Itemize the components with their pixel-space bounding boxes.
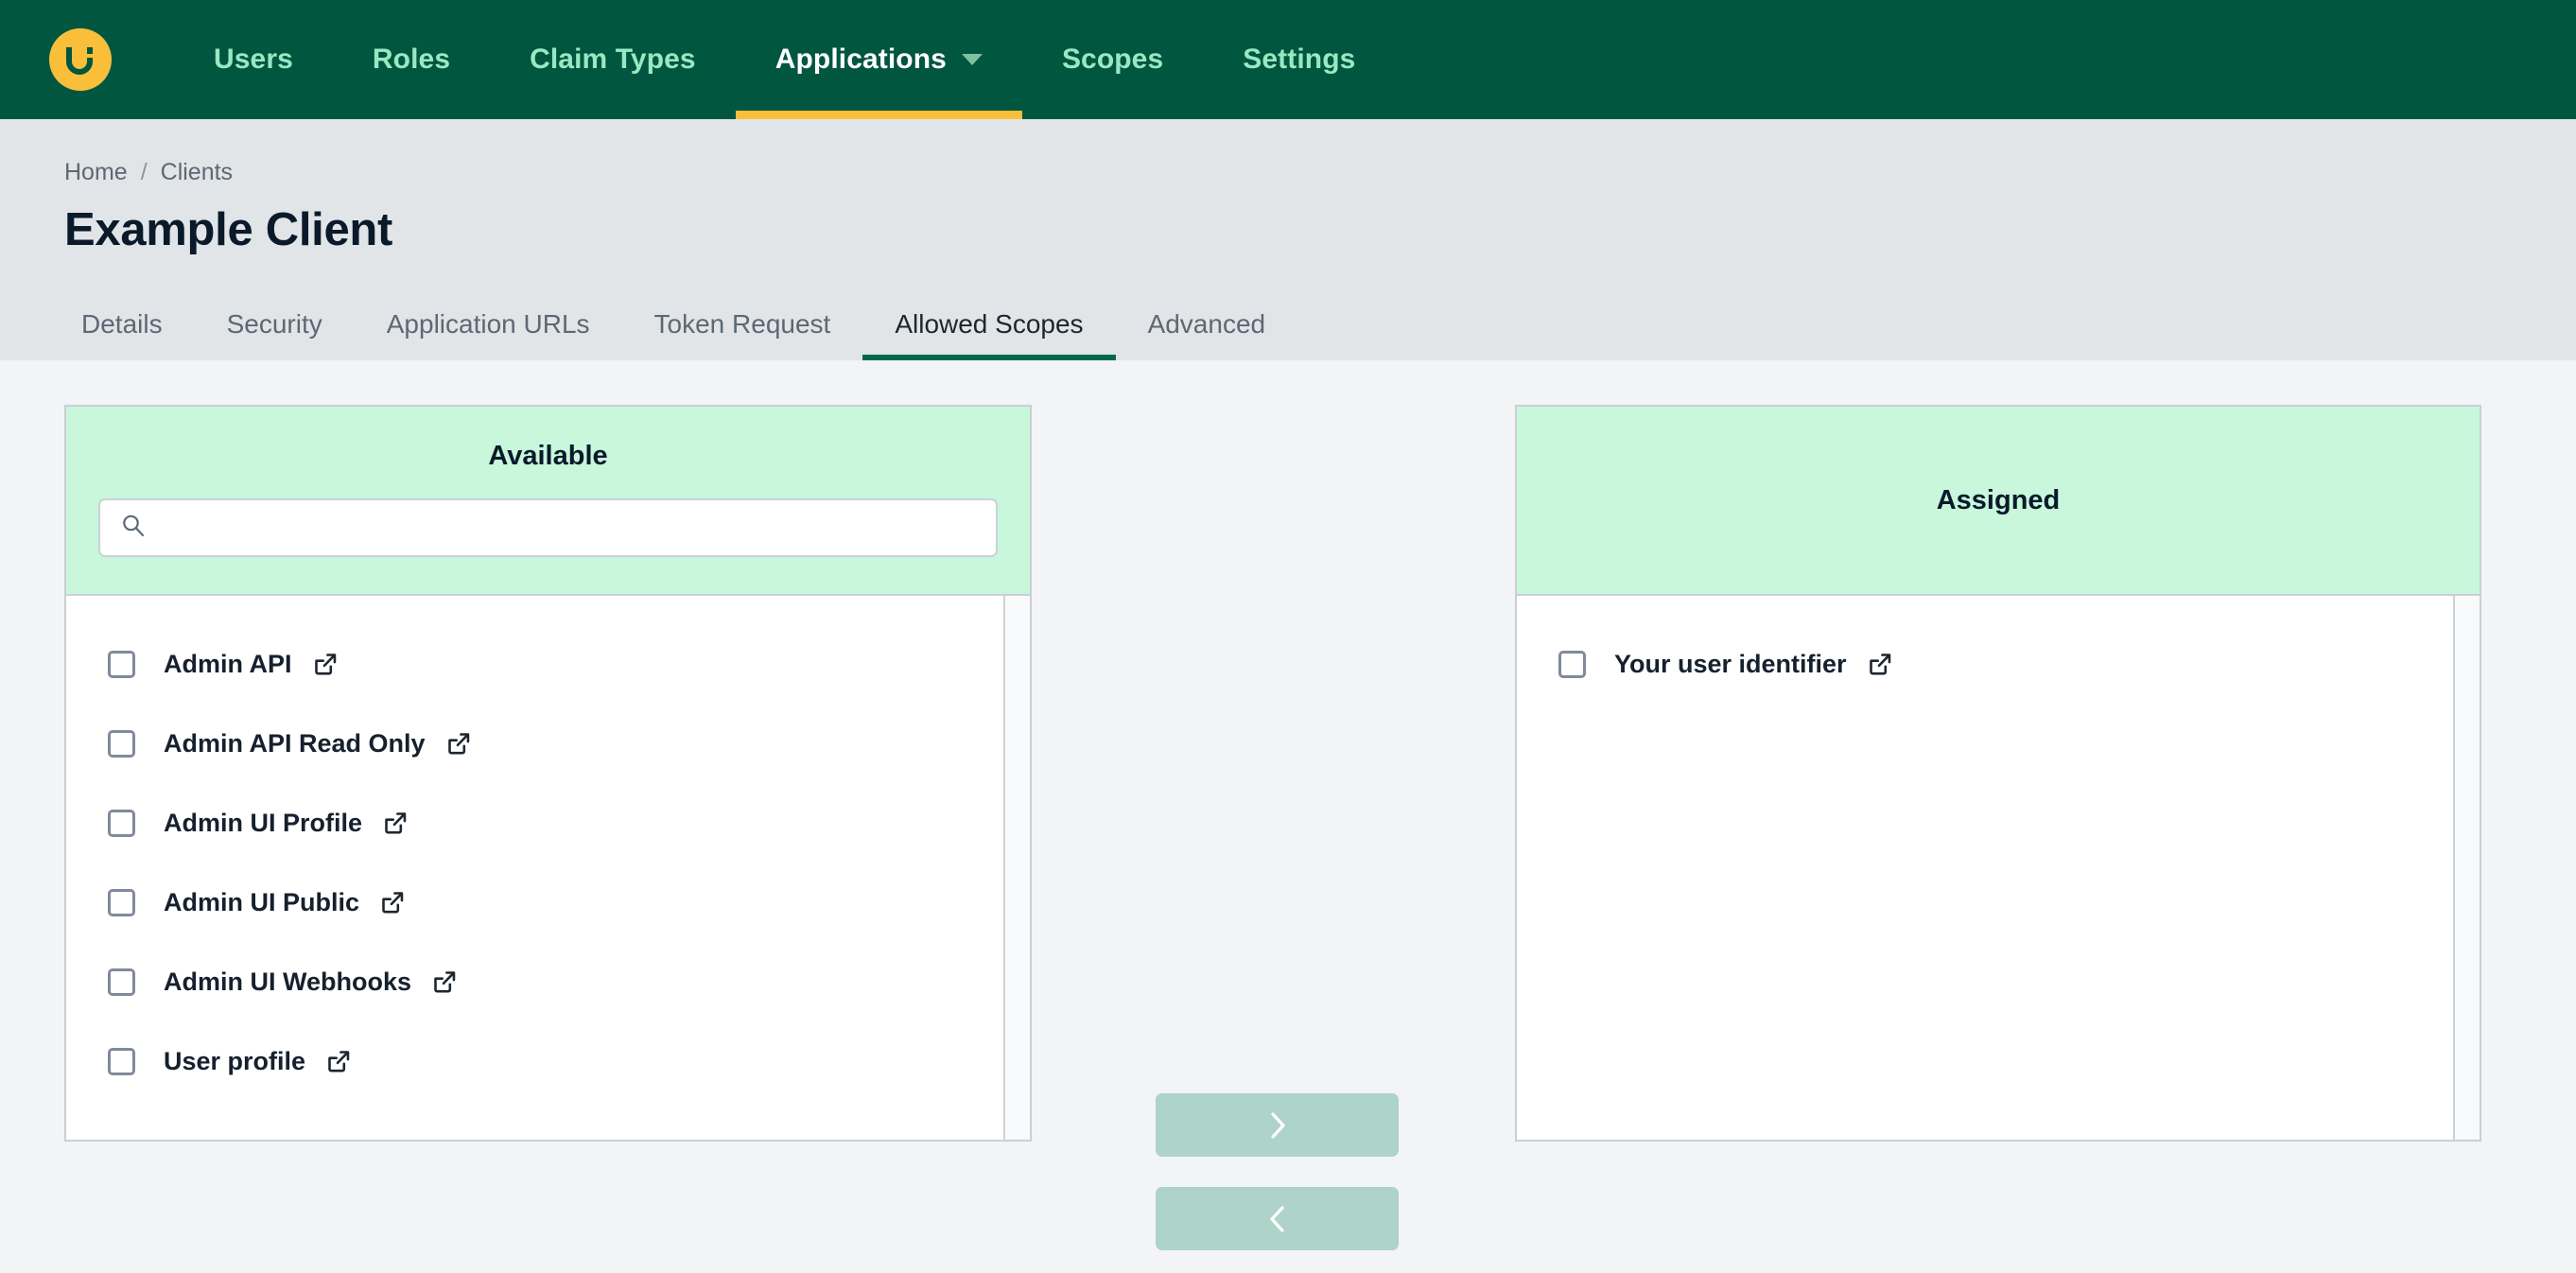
nav-item-claim-types[interactable]: Claim Types (490, 0, 736, 119)
list-item[interactable]: User profile (66, 1021, 1003, 1101)
list-item-label: Admin API Read Only (164, 728, 426, 758)
breadcrumb-home[interactable]: Home (64, 159, 128, 186)
tab-advanced-label: Advanced (1147, 309, 1266, 339)
tab-application-urls-label: Application URLs (386, 309, 590, 339)
tab-application-urls[interactable]: Application URLs (355, 309, 622, 360)
nav-item-roles[interactable]: Roles (333, 0, 490, 119)
search-input[interactable] (100, 500, 996, 555)
nav-item-scopes[interactable]: Scopes (1022, 0, 1203, 119)
chevron-right-icon (1265, 1109, 1290, 1142)
search-icon (121, 514, 146, 543)
list-item-label: Admin API (164, 649, 292, 678)
search-box[interactable] (98, 498, 998, 557)
checkbox[interactable] (108, 888, 135, 916)
external-link-icon[interactable] (1867, 652, 1892, 677)
available-panel-header: Available (66, 407, 1030, 596)
chevron-left-icon (1265, 1203, 1290, 1235)
external-link-icon[interactable] (312, 652, 338, 677)
external-link-icon[interactable] (379, 890, 405, 916)
assigned-list-scrollbar[interactable] (2453, 596, 2480, 1140)
nav-item-settings[interactable]: Settings (1203, 0, 1395, 119)
top-navigation-bar: Users Roles Claim Types Applications Sco… (0, 0, 2576, 119)
checkbox[interactable] (108, 729, 135, 758)
checkbox[interactable] (1558, 650, 1586, 678)
external-link-icon[interactable] (445, 731, 471, 757)
breadcrumb: Home / Clients (0, 159, 2576, 186)
external-link-icon[interactable] (325, 1049, 351, 1074)
tab-advanced[interactable]: Advanced (1116, 309, 1298, 360)
unassign-scope-button[interactable] (1156, 1187, 1399, 1250)
list-item[interactable]: Admin UI Profile (66, 783, 1003, 863)
tab-allowed-scopes[interactable]: Allowed Scopes (862, 309, 1116, 360)
main-content: Available Admin API Admin API Read Only … (0, 360, 2576, 1250)
external-link-icon[interactable] (382, 811, 408, 836)
checkbox[interactable] (108, 1047, 135, 1075)
available-scopes-panel: Available Admin API Admin API Read Only … (64, 405, 1032, 1142)
available-scopes-list: Admin API Admin API Read Only Admin UI P… (66, 596, 1003, 1140)
list-item[interactable]: Admin API (66, 624, 1003, 704)
checkbox[interactable] (108, 650, 135, 678)
tab-token-request[interactable]: Token Request (622, 309, 863, 360)
tab-bar: Details Security Application URLs Token … (0, 309, 2576, 360)
ui-circle-logo[interactable] (49, 28, 112, 91)
chevron-down-icon (961, 54, 983, 65)
available-search-wrapper (66, 472, 1030, 557)
assign-scope-button[interactable] (1156, 1093, 1399, 1157)
list-item-label: Admin UI Webhooks (164, 967, 412, 996)
assigned-scopes-list: Your user identifier (1517, 596, 2453, 1140)
list-item[interactable]: Admin UI Webhooks (66, 942, 1003, 1021)
list-item-label: User profile (164, 1046, 306, 1075)
assigned-panel-title: Assigned (1936, 484, 2061, 515)
tab-security-label: Security (226, 309, 322, 339)
transfer-controls (1156, 1093, 1399, 1250)
list-item[interactable]: Admin UI Public (66, 863, 1003, 942)
breadcrumb-clients[interactable]: Clients (161, 159, 233, 186)
nav-item-applications-label: Applications (775, 44, 947, 75)
list-item[interactable]: Admin API Read Only (66, 704, 1003, 783)
nav-item-roles-label: Roles (372, 44, 451, 75)
list-item[interactable]: Your user identifier (1517, 624, 2453, 704)
tab-token-request-label: Token Request (653, 309, 831, 339)
tab-details-label: Details (81, 309, 163, 339)
nav-item-applications[interactable]: Applications (735, 0, 1023, 119)
available-panel-title: Available (488, 441, 608, 471)
breadcrumb-separator: / (140, 159, 148, 185)
assigned-scopes-panel: Assigned Your user identifier (1515, 405, 2481, 1142)
nav-links: Users Roles Claim Types Applications Sco… (174, 0, 1395, 119)
tab-details[interactable]: Details (64, 309, 195, 360)
nav-item-claim-types-label: Claim Types (530, 44, 696, 75)
page-title: Example Client (64, 204, 393, 255)
list-item-label: Your user identifier (1614, 649, 1847, 678)
nav-item-settings-label: Settings (1243, 44, 1356, 75)
list-item-label: Admin UI Profile (164, 808, 363, 837)
assigned-panel-body: Your user identifier (1517, 596, 2480, 1140)
list-item-label: Admin UI Public (164, 887, 360, 916)
assigned-panel-header: Assigned (1517, 407, 2480, 596)
available-list-scrollbar[interactable] (1003, 596, 1030, 1140)
nav-item-scopes-label: Scopes (1061, 44, 1164, 75)
nav-item-users[interactable]: Users (174, 0, 333, 119)
page-header-band: Home / Clients Example Client Details Se… (0, 119, 2576, 360)
nav-item-users-label: Users (214, 44, 293, 75)
checkbox[interactable] (108, 809, 135, 837)
available-panel-body: Admin API Admin API Read Only Admin UI P… (66, 596, 1030, 1140)
checkbox[interactable] (108, 968, 135, 996)
tab-security[interactable]: Security (195, 309, 355, 360)
tab-allowed-scopes-label: Allowed Scopes (895, 309, 1084, 339)
external-link-icon[interactable] (431, 969, 457, 995)
